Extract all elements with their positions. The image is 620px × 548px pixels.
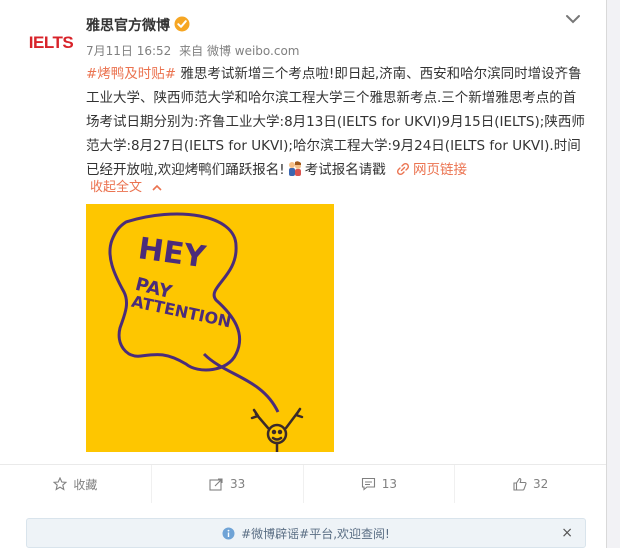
- link-icon: [396, 162, 410, 176]
- info-icon: [222, 527, 235, 539]
- post-image[interactable]: HEY PAY ATTENTION: [86, 204, 334, 452]
- hey-pay-attention-illustration: HEY PAY ATTENTION: [108, 212, 304, 452]
- stick-figure: [250, 407, 304, 452]
- post-date[interactable]: 7月11日 16:52: [86, 44, 171, 58]
- post-source[interactable]: 来自 微博 weibo.com: [179, 44, 299, 58]
- weibo-card: IELTS 雅思官方微博 7月11日 16:52 来自 微博 weibo.com…: [0, 0, 607, 548]
- collapse-button[interactable]: 收起全文: [90, 176, 162, 195]
- repost-count: 33: [229, 477, 246, 491]
- comment-count: 13: [381, 477, 398, 491]
- post-text-tail: 考试报名请戳: [304, 162, 386, 178]
- illustration-text-hey: HEY: [136, 231, 209, 275]
- verified-icon: [174, 16, 190, 32]
- avatar[interactable]: IELTS: [26, 18, 76, 68]
- comment-icon: [361, 477, 375, 491]
- action-bar: 收藏 33 13 32: [0, 464, 606, 503]
- illustration-text-attention: ATTENTION: [130, 292, 233, 332]
- thumbs-up-icon: [513, 477, 527, 491]
- star-icon: [53, 477, 68, 491]
- favorite-button[interactable]: 收藏: [0, 465, 151, 503]
- web-link-label: 网页链接: [413, 162, 467, 178]
- chevron-down-icon[interactable]: [564, 10, 582, 28]
- chevron-up-icon: [152, 184, 162, 191]
- rumor-notice-banner[interactable]: #微博辟谣#平台,欢迎查阅! ×: [26, 518, 586, 548]
- favorite-label: 收藏: [73, 477, 98, 492]
- hashtag-link[interactable]: #烤鸭及时贴#: [86, 66, 176, 82]
- post-meta: 7月11日 16:52 来自 微博 weibo.com: [86, 42, 304, 59]
- emoji-people-icon: [288, 161, 301, 176]
- close-icon[interactable]: ×: [561, 525, 573, 541]
- like-count: 32: [532, 477, 549, 491]
- avatar-logo-text: IELTS: [28, 33, 74, 52]
- username[interactable]: 雅思官方微博: [86, 15, 170, 35]
- notice-text: #微博辟谣#平台,欢迎查阅!: [241, 526, 390, 541]
- repost-button[interactable]: 33: [150, 465, 303, 503]
- collapse-label: 收起全文: [90, 180, 143, 195]
- like-button[interactable]: 32: [454, 465, 606, 503]
- web-link[interactable]: 网页链接: [390, 162, 467, 178]
- repost-icon: [209, 478, 223, 491]
- comment-button[interactable]: 13: [302, 465, 455, 503]
- post-text: #烤鸭及时贴# 雅思考试新增三个考点啦!即日起,济南、西安和哈尔滨同时增设齐鲁工…: [86, 62, 586, 182]
